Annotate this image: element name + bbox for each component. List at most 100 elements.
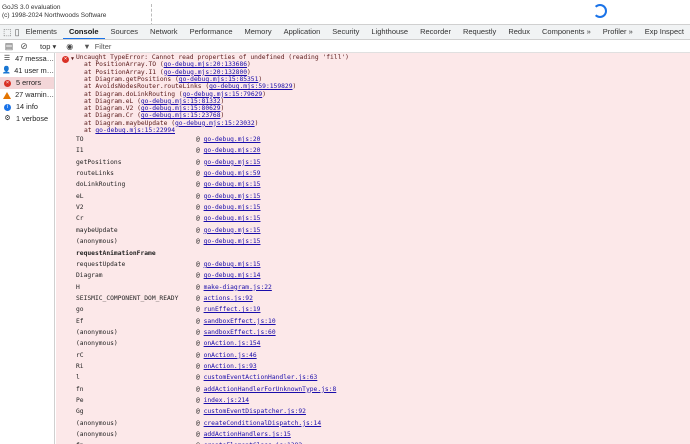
source-link[interactable]: go-debug.mjs:15:23032 [175,120,255,127]
source-link[interactable]: go-debug.mjs:15 [204,227,261,234]
frame-name: requestUpdate [76,260,126,268]
source-link[interactable]: go-debug.mjs:15 [204,181,261,188]
tab-redux[interactable]: Redux [502,25,536,39]
sidebar-item-label: 47 messa… [15,54,54,63]
source-link[interactable]: go-debug.mjs:15:85351 [179,76,259,83]
tab-elements[interactable]: Elements [20,25,63,39]
source-link[interactable]: go-debug.mjs:20:132800 [164,69,247,76]
frame-location: @ go-debug.mjs:20 [196,147,261,155]
filter-icon: ▼ [83,41,91,51]
sidebar-item-warning[interactable]: 27 warnin… [0,89,54,101]
source-link[interactable]: go-debug.mjs:20 [204,147,261,154]
tab-components[interactable]: Components » [536,25,597,39]
source-link[interactable]: go-debug.mjs:15:81332 [141,98,221,105]
frame-location: @ go-debug.mjs:15 [196,158,261,166]
source-link[interactable]: customEventDispatcher.js:92 [204,408,306,415]
sidebar-toggle-icon[interactable]: ▤ [3,40,15,52]
sidebar-item-error[interactable]: × 5 errors [0,77,54,89]
tab-console[interactable]: Console [62,25,105,39]
sidebar-item-label: 27 warnin… [15,90,54,99]
frame-location: @ onAction.js:93 [196,363,257,370]
frame-name: getPositions [76,158,122,166]
frame-name: I1 [76,147,84,155]
frame-name: Diagram [76,272,103,280]
tab-exp-inspect[interactable]: Exp Inspect [639,25,690,39]
source-link[interactable]: go-debug.mjs:15:79629 [183,91,263,98]
tab-recorder[interactable]: Recorder [414,25,457,39]
frame-name: (anonymous) [76,431,118,439]
source-link[interactable]: createConditionalDispatch.js:14 [204,420,322,427]
stack-trace-line: at PositionArray.TO (go-debug.mjs:20:133… [84,61,251,69]
sidebar-item-label: 1 verbose [16,114,49,123]
stack-trace-line: at PositionArray.I1 (go-debug.mjs:20:132… [84,68,251,76]
source-link[interactable]: sandboxEffect.js:60 [204,329,276,336]
frame-name: routeLinks [76,170,114,178]
context-select[interactable]: top ▾ [36,41,60,52]
source-link[interactable]: actions.js:92 [204,295,253,302]
source-link[interactable]: onAction.js:93 [204,363,257,370]
source-link[interactable]: customEventActionHandler.js:63 [204,374,318,381]
source-link[interactable]: runEffect.js:19 [204,306,261,313]
tab-network[interactable]: Network [144,25,184,39]
source-link[interactable]: go-debug.mjs:15 [204,193,261,200]
source-link[interactable]: onAction.js:154 [204,340,261,347]
frame-name: (anonymous) [76,238,118,246]
source-link[interactable]: go-debug.mjs:15 [204,238,261,245]
source-link[interactable]: addActionHandlers.js:15 [204,431,291,438]
frame-location: @ go-debug.mjs:15 [196,260,261,268]
frame-name: fn [76,385,84,393]
source-link[interactable]: go-debug.mjs:15 [204,261,261,268]
console-error-entry: × ▼ Uncaught TypeError: Cannot read prope… [56,53,690,444]
source-link[interactable]: go-debug.mjs:15 [204,159,261,166]
source-link[interactable]: go-debug.mjs:20 [204,136,261,143]
source-link[interactable]: go-debug.mjs:15:23768 [141,112,221,119]
source-link[interactable]: go-debug.mjs:59:159829 [209,83,292,90]
source-link[interactable]: sandboxEffect.js:10 [204,318,276,325]
tab-security[interactable]: Security [326,25,365,39]
tab-performance[interactable]: Performance [184,25,239,39]
frame-location: @ make-diagram.js:22 [196,283,272,291]
frame-location: @ runEffect.js:19 [196,306,261,314]
source-link[interactable]: go-debug.mjs:59 [204,170,261,177]
frame-name: rC [76,351,84,359]
source-link[interactable]: addActionHandlerForUnknownType.js:8 [204,386,337,393]
source-link[interactable]: go-debug.mjs:15:80629 [141,105,221,112]
frame-name: Ef [76,317,84,325]
source-link[interactable]: index.js:214 [204,397,250,404]
sidebar-item-list[interactable]: ☰ 47 messa… [0,53,54,65]
tab-sources[interactable]: Sources [105,25,145,39]
source-link[interactable]: go-debug.mjs:14 [204,272,261,279]
tab-memory[interactable]: Memory [239,25,278,39]
tab-profiler[interactable]: Profiler » [597,25,639,39]
source-link[interactable]: make-diagram.js:22 [204,284,272,291]
frame-location: @ customEventDispatcher.js:92 [196,408,306,416]
source-link[interactable]: go-debug.mjs:15 [204,204,261,211]
sidebar-item-info[interactable]: i 14 info [0,101,54,113]
frame-name: Pe [76,397,84,405]
source-link[interactable]: go-debug.mjs:15:22994 [95,127,175,134]
source-link[interactable]: go-debug.mjs:15 [204,215,261,222]
frame-location: @ go-debug.mjs:20 [196,136,261,143]
filter-button[interactable]: ▼ Filter [83,42,115,51]
warning-icon [2,91,12,100]
frame-location: @ sandboxEffect.js:60 [196,328,276,336]
clear-console-icon[interactable]: ⊘ [18,40,30,52]
error-head: × ▼ [62,55,74,63]
sidebar-item-bug[interactable]: ⚙ 1 verbose [0,113,54,125]
tab-application[interactable]: Application [278,25,327,39]
frame-location: @ sandboxEffect.js:10 [196,317,276,325]
stack-trace-line: at go-debug.mjs:15:22994 [84,127,175,134]
source-link[interactable]: go-debug.mjs:20:133686 [164,61,247,68]
source-link[interactable]: onAction.js:46 [204,352,257,359]
user-icon: 👤 [2,67,11,74]
expand-caret-icon[interactable]: ▼ [71,56,74,62]
frame-name: V2 [76,204,84,212]
inspect-element-icon[interactable]: ⬚ [3,26,12,38]
sidebar-item-user[interactable]: 👤 41 user m… [0,65,54,77]
sidebar-item-label: 41 user m… [14,66,54,75]
frame-location: @ go-debug.mjs:15 [196,238,261,246]
frame-location: @ go-debug.mjs:15 [196,226,261,234]
live-expression-eye-icon[interactable]: ◉ [66,42,73,51]
tab-requestly[interactable]: Requestly [457,25,502,39]
tab-lighthouse[interactable]: Lighthouse [365,25,414,39]
